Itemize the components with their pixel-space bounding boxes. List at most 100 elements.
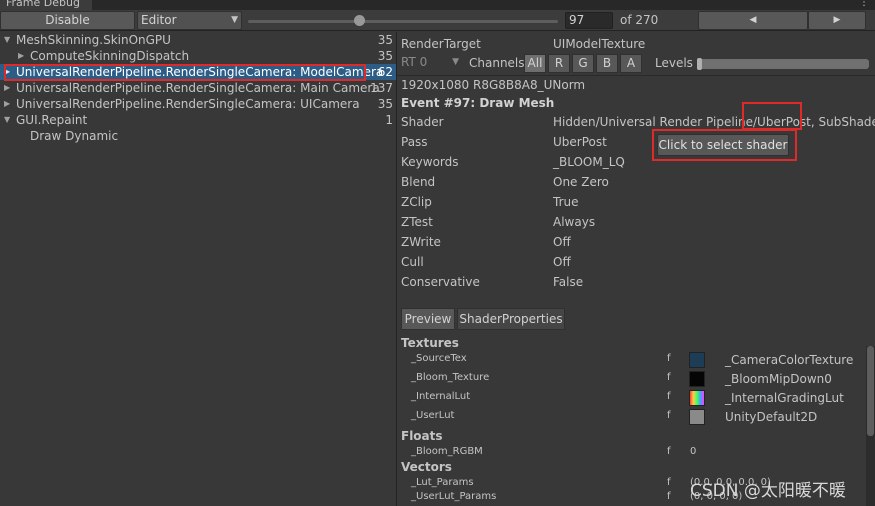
tree-item[interactable]: ▶ ComputeSkinningDispatch 35: [0, 48, 396, 64]
tree-item-count: 137: [370, 81, 393, 95]
annotation-highlight-box: [652, 129, 797, 161]
prop-label-conservative: Conservative: [401, 275, 480, 289]
event-tree-panel: ▼ MeshSkinning.SkinOnGPU 35 ▶ ComputeSki…: [0, 32, 396, 506]
texture-thumbnail[interactable]: [689, 352, 705, 368]
texture-name: _UserLut: [411, 410, 455, 421]
more-options-icon[interactable]: ⋮: [859, 0, 869, 8]
levels-label: Levels: [655, 56, 693, 70]
levels-slider-handle[interactable]: [697, 58, 702, 70]
float-stage: f: [667, 446, 671, 457]
next-frame-button[interactable]: ▶: [808, 11, 866, 30]
fold-collapsed-icon[interactable]: ▶: [18, 48, 24, 64]
tree-item-label: GUI.Repaint: [16, 113, 88, 127]
tree-item[interactable]: ▶ UniversalRenderPipeline.RenderSingleCa…: [0, 96, 396, 112]
prop-value-zwrite: Off: [553, 235, 571, 249]
float-value: 0: [690, 446, 697, 457]
prop-label-zclip: ZClip: [401, 195, 432, 209]
rt-select-dropdown[interactable]: RT 0 ▼: [399, 55, 462, 72]
render-target-value: UIModelTexture: [553, 37, 646, 51]
tree-item-count: 62: [377, 65, 393, 79]
texture-value[interactable]: _BloomMipDown0: [725, 371, 832, 387]
tab-preview[interactable]: Preview: [401, 308, 455, 330]
channel-r-button[interactable]: R: [548, 54, 570, 73]
arrow-left-icon: ◀: [749, 15, 757, 25]
floats-section-title: Floats: [401, 429, 443, 443]
annotation-highlight-box: [4, 64, 366, 81]
tree-item[interactable]: ▶ UniversalRenderPipeline.RenderSingleCa…: [0, 80, 396, 96]
tree-item-label: Draw Dynamic: [30, 129, 119, 143]
texture-name: _InternalLut: [411, 391, 471, 402]
shader-value: Hidden/Universal Render Pipeline/UberPos…: [553, 115, 875, 129]
annotation-highlight-box: [742, 102, 802, 130]
toolbar: Disable Editor ▼ 97 of 270 ◀ ▶: [0, 10, 875, 31]
properties-scrollbar[interactable]: [866, 346, 875, 506]
frame-total-label: of 270: [620, 13, 659, 27]
frame-slider-track[interactable]: [248, 20, 558, 23]
channel-a-button[interactable]: A: [620, 54, 642, 73]
vector-name: _UserLut_Params: [411, 491, 497, 502]
prop-value-pass: UberPost: [553, 135, 607, 149]
prop-label-cull: Cull: [401, 255, 424, 269]
window-tab-title[interactable]: Frame Debug: [0, 0, 92, 10]
tree-item-count: 1: [385, 113, 393, 127]
shader-label: Shader: [401, 115, 444, 129]
prop-value-blend: One Zero: [553, 175, 609, 189]
prop-value-conservative: False: [553, 275, 584, 289]
textures-section-title: Textures: [401, 336, 459, 350]
prop-label-zwrite: ZWrite: [401, 235, 441, 249]
channel-g-button[interactable]: G: [572, 54, 594, 73]
fold-expanded-icon[interactable]: ▼: [4, 32, 10, 48]
prop-label-ztest: ZTest: [401, 215, 433, 229]
prop-value-zclip: True: [553, 195, 579, 209]
tree-item-label: ComputeSkinningDispatch: [30, 49, 190, 63]
tree-item[interactable]: ▼ GUI.Repaint 1: [0, 112, 396, 128]
float-name: _Bloom_RGBM: [411, 446, 483, 457]
window-titlebar: Frame Debug ⋮: [0, 0, 875, 10]
prop-label-pass: Pass: [401, 135, 428, 149]
chevron-down-icon: ▼: [452, 57, 459, 67]
channel-b-button[interactable]: B: [596, 54, 618, 73]
vector-name: _Lut_Params: [411, 477, 474, 488]
vector-stage: f: [667, 491, 671, 502]
event-details-panel: RenderTarget UIModelTexture RT 0 ▼ Chann…: [397, 32, 875, 506]
tree-item-count: 35: [377, 33, 393, 47]
frame-number-input[interactable]: 97: [565, 12, 613, 29]
fold-collapsed-icon[interactable]: ▶: [4, 96, 10, 112]
fold-collapsed-icon[interactable]: ▶: [4, 80, 10, 96]
prop-label-blend: Blend: [401, 175, 436, 189]
prop-label-keywords: Keywords: [401, 155, 459, 169]
arrow-right-icon: ▶: [833, 15, 841, 25]
vectors-section-title: Vectors: [401, 460, 452, 474]
tab-shader-properties[interactable]: ShaderProperties: [457, 308, 565, 330]
prop-value-ztest: Always: [553, 215, 596, 229]
tree-item-label: UniversalRenderPipeline.RenderSingleCame…: [16, 97, 360, 111]
texture-value[interactable]: _CameraColorTexture: [725, 352, 853, 368]
prop-value-cull: Off: [553, 255, 571, 269]
texture-value[interactable]: UnityDefault2D: [725, 409, 817, 425]
previous-frame-button[interactable]: ◀: [698, 11, 808, 30]
event-title: Event #97: Draw Mesh: [401, 96, 555, 110]
texture-value[interactable]: _InternalGradingLut: [725, 390, 844, 406]
channel-all-button[interactable]: All: [524, 54, 546, 73]
rt-select-label: RT 0: [401, 55, 428, 69]
texture-name: _SourceTex: [411, 353, 467, 364]
texture-stage: f: [667, 391, 671, 402]
texture-stage: f: [667, 353, 671, 364]
texture-thumbnail[interactable]: [689, 371, 705, 387]
disable-button[interactable]: Disable: [0, 11, 135, 30]
tree-item[interactable]: ▼ MeshSkinning.SkinOnGPU 35: [0, 32, 396, 48]
fold-expanded-icon[interactable]: ▼: [4, 112, 10, 128]
render-target-format: 1920x1080 R8G8B8A8_UNorm: [401, 78, 586, 92]
texture-stage: f: [667, 372, 671, 383]
texture-thumbnail[interactable]: [689, 409, 705, 425]
watermark-text: CSDN @太阳暖不暖: [690, 481, 846, 501]
tree-item-count: 35: [377, 97, 393, 111]
frame-slider-thumb[interactable]: [353, 15, 365, 26]
scrollbar-handle[interactable]: [867, 346, 874, 436]
levels-slider[interactable]: [697, 58, 869, 70]
texture-stage: f: [667, 410, 671, 421]
texture-thumbnail[interactable]: [689, 390, 705, 406]
tree-item[interactable]: Draw Dynamic: [0, 128, 396, 144]
target-dropdown[interactable]: Editor ▼: [137, 11, 242, 30]
chevron-down-icon: ▼: [231, 15, 238, 25]
